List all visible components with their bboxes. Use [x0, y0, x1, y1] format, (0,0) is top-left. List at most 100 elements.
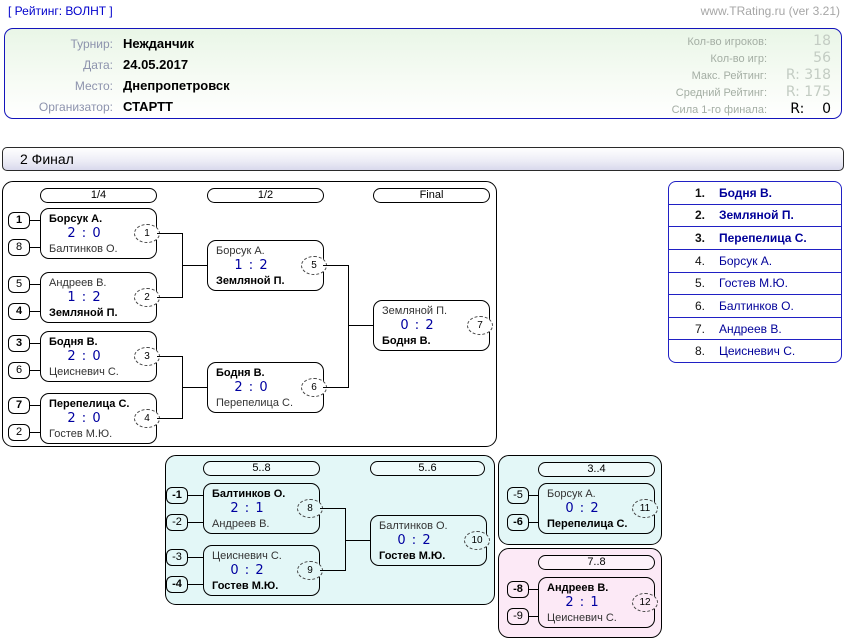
seed-box: 3	[8, 335, 30, 352]
match-number: 7	[467, 316, 493, 335]
connector-line	[529, 616, 538, 617]
connector-line	[320, 508, 345, 509]
final1-strength-value: R: 0	[769, 101, 831, 117]
seed-box: -5	[507, 487, 529, 504]
standings-rank: 1.	[669, 186, 705, 200]
organizer-label: Организатор:	[9, 100, 113, 114]
seed-box: 4	[8, 303, 30, 320]
connector-line	[529, 589, 538, 590]
match-loser: Андреев В.	[204, 517, 319, 532]
seed-box: -4	[166, 576, 188, 593]
connector-line	[157, 356, 182, 357]
match-winner: Земляной П.	[41, 306, 156, 321]
column-header-semifinal: 1/2	[207, 188, 324, 203]
match-loser: Балтинков О.	[41, 242, 156, 257]
connector-line	[188, 495, 203, 496]
match-winner: Гостев М.Ю.	[371, 549, 486, 564]
match-winner: Бодня В.	[374, 334, 489, 349]
page: [ Рейтинг: ВОЛНТ ] www.TRating.ru (ver 3…	[0, 0, 846, 642]
standings-row: 5. Гостев М.Ю.	[669, 273, 841, 296]
seed-box: 1	[8, 212, 30, 229]
tournament-info-panel: Турнир: Нежданчик Дата: 24.05.2017 Место…	[4, 28, 842, 119]
standings-row: 4. Борсук А.	[669, 250, 841, 273]
connector-line	[188, 522, 203, 523]
connector-line	[30, 405, 40, 406]
place-label: Место:	[9, 79, 113, 93]
seed-box: 6	[8, 362, 30, 379]
organizer-value: СТАРТТ	[123, 99, 173, 114]
standings-rank: 7.	[669, 322, 705, 336]
connector-line	[188, 557, 203, 558]
standings-player: Бодня В.	[719, 186, 772, 200]
players-count-label: Кол-во игроков:	[557, 36, 767, 48]
connector-line	[348, 265, 349, 388]
connector-line	[348, 325, 373, 326]
match-11: Борсук А. 0 : 2 Перепелица С. 11	[538, 483, 655, 534]
seed-box: 8	[8, 239, 30, 256]
column-header-7-8: 7..8	[538, 555, 655, 570]
players-count-value: 18	[769, 33, 831, 49]
match-9: Цеисневич С. 0 : 2 Гостев М.Ю. 9	[203, 545, 320, 596]
seed-box: 2	[8, 424, 30, 441]
match-7: Земляной П. 0 : 2 Бодня В. 7	[373, 300, 490, 351]
match-5: Борсук А. 1 : 2 Земляной П. 5	[207, 240, 324, 291]
place-value: Днепропетровск	[123, 78, 230, 93]
match-winner: Перепелица С.	[539, 517, 654, 532]
final1-strength-label: Сила 1-го финала:	[557, 104, 767, 116]
column-header-3-4: 3..4	[538, 462, 655, 477]
match-loser: Гостев М.Ю.	[41, 427, 156, 442]
games-count-value: 56	[769, 50, 831, 66]
seed-box: -2	[166, 514, 188, 531]
match-winner: Гостев М.Ю.	[204, 579, 319, 594]
standings-rank: 3.	[669, 231, 705, 245]
match-number: 10	[464, 531, 490, 550]
match-10: Балтинков О. 0 : 2 Гостев М.Ю. 10	[370, 515, 487, 566]
standings-rank: 4.	[669, 254, 705, 268]
standings-row: 6. Балтинков О.	[669, 295, 841, 318]
seed-box: 5	[8, 276, 30, 293]
standings-player: Борсук А.	[719, 254, 772, 268]
connector-line	[529, 522, 538, 523]
connector-line	[323, 387, 348, 388]
rating-link[interactable]: [ Рейтинг: ВОЛНТ ]	[8, 4, 113, 18]
standings-rank: 5.	[669, 276, 705, 290]
date-label: Дата:	[9, 58, 113, 72]
connector-line	[30, 284, 40, 285]
standings-player: Земляной П.	[719, 208, 794, 222]
seed-box: 7	[8, 397, 30, 414]
connector-line	[345, 540, 370, 541]
site-version-label[interactable]: www.TRating.ru (ver 3.21)	[701, 4, 840, 18]
match-2: Андреев В. 1 : 2 Земляной П. 2	[40, 272, 157, 323]
match-loser: Цеисневич С.	[41, 365, 156, 380]
avg-rating-value: R: 175	[769, 84, 831, 100]
seed-box: -6	[507, 514, 529, 531]
connector-line	[30, 220, 40, 221]
connector-line	[157, 233, 182, 234]
connector-line	[30, 343, 40, 344]
standings-player: Андреев В.	[719, 322, 782, 336]
standings-panel: 1. Бодня В. 2. Земляной П. 3. Перепелица…	[668, 181, 842, 363]
match-6: Бодня В. 2 : 0 Перепелица С. 6	[207, 362, 324, 413]
tournament-value: Нежданчик	[123, 36, 194, 51]
match-number: 11	[632, 499, 658, 518]
connector-line	[320, 570, 345, 571]
games-count-label: Кол-во игр:	[557, 53, 767, 65]
connector-line	[30, 432, 40, 433]
connector-line	[157, 418, 182, 419]
standings-player: Балтинков О.	[719, 299, 794, 313]
match-1: Борсук А. 2 : 0 Балтинков О. 1	[40, 208, 157, 259]
standings-row: 8. Цеисневич С.	[669, 340, 841, 362]
section-header: 2 Финал	[2, 147, 844, 171]
match-loser: Перепелица С.	[208, 396, 323, 411]
max-rating-label: Макс. Рейтинг:	[557, 70, 767, 82]
avg-rating-label: Средний Рейтинг:	[557, 87, 767, 99]
column-header-quarterfinal: 1/4	[40, 188, 157, 203]
standings-row: 3. Перепелица С.	[669, 227, 841, 250]
column-header-final: Final	[373, 188, 490, 203]
column-header-5-6: 5..6	[370, 461, 485, 476]
seed-box: -9	[507, 608, 529, 625]
date-value: 24.05.2017	[123, 57, 188, 72]
seed-box: -3	[166, 549, 188, 566]
connector-line	[30, 370, 40, 371]
standings-row: 7. Андреев В.	[669, 318, 841, 341]
